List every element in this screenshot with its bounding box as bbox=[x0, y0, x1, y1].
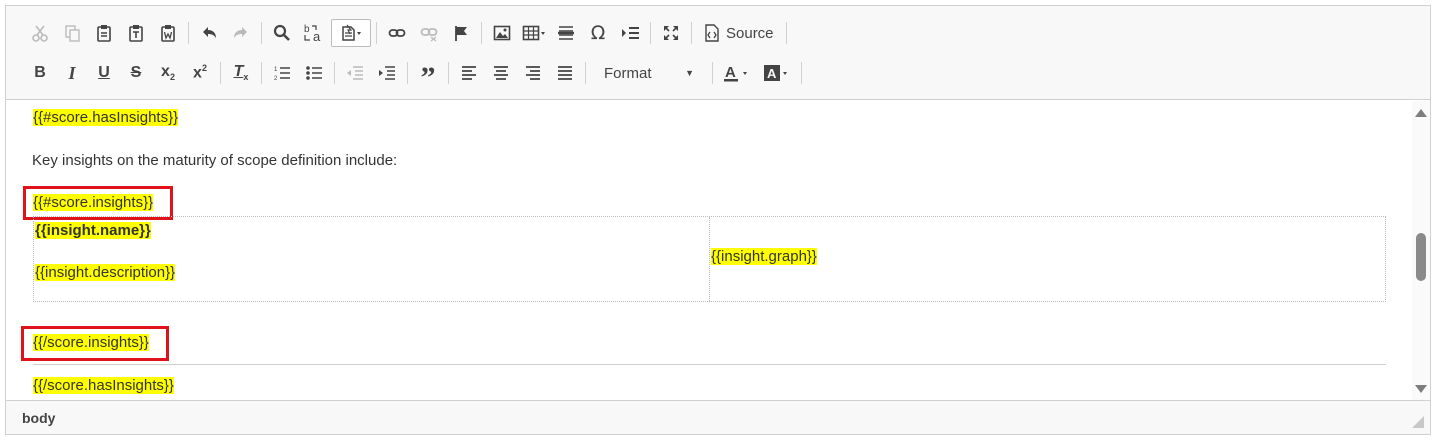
redo-icon[interactable] bbox=[226, 19, 256, 47]
source-icon bbox=[705, 24, 719, 42]
find-icon[interactable] bbox=[267, 19, 297, 47]
format-dropdown[interactable]: Format ▼ bbox=[594, 59, 704, 87]
toolbar-separator bbox=[585, 62, 586, 84]
templates-dropdown-icon[interactable] bbox=[331, 19, 371, 47]
element-path-body[interactable]: body bbox=[22, 410, 55, 426]
increase-indent-icon[interactable] bbox=[372, 59, 402, 87]
source-button[interactable]: Source bbox=[697, 19, 781, 47]
svg-text:A: A bbox=[767, 66, 777, 81]
toolbar-separator bbox=[650, 22, 651, 44]
replace-icon[interactable]: ba bbox=[299, 19, 329, 47]
has-insights-open-text: {{#score.hasInsights}} bbox=[33, 109, 179, 126]
numbered-list-icon[interactable]: 12 bbox=[267, 59, 297, 87]
undo-icon[interactable] bbox=[194, 19, 224, 47]
special-char-omega-icon[interactable]: Ω bbox=[583, 19, 613, 47]
insight-graph-text: {{insight.graph}} bbox=[711, 248, 817, 265]
svg-text:2: 2 bbox=[274, 76, 278, 82]
maximize-icon[interactable] bbox=[656, 19, 686, 47]
copy-icon[interactable] bbox=[57, 19, 87, 47]
horizontal-line-icon[interactable] bbox=[551, 19, 581, 47]
has-insights-open-tag: {{#score.hasInsights}} bbox=[33, 109, 179, 126]
source-label: Source bbox=[726, 24, 774, 42]
unlink-icon[interactable] bbox=[414, 19, 444, 47]
paste-word-icon[interactable] bbox=[153, 19, 183, 47]
remove-format-icon[interactable]: Tx bbox=[226, 59, 256, 87]
intro-paragraph: Key insights on the maturity of scope de… bbox=[32, 152, 398, 169]
link-icon[interactable] bbox=[382, 19, 412, 47]
text-color-icon[interactable]: A bbox=[718, 59, 756, 87]
editor-status-bar: body bbox=[6, 400, 1430, 434]
toolbar-separator bbox=[691, 22, 692, 44]
toolbar-separator bbox=[801, 62, 802, 84]
toolbar-separator bbox=[785, 22, 787, 44]
underline-icon[interactable]: U bbox=[89, 59, 119, 87]
toolbar-separator bbox=[188, 22, 189, 44]
subscript-icon[interactable]: x2 bbox=[153, 59, 183, 87]
insights-table-cell-right[interactable]: {{insight.graph}} bbox=[710, 217, 1385, 301]
page-break-icon[interactable] bbox=[615, 19, 645, 47]
toolbar-separator bbox=[481, 22, 482, 44]
cut-icon[interactable] bbox=[25, 19, 55, 47]
editor-toolbar: ba Ω Source B I U S x2 x2 Tx 1 2 ” Forma… bbox=[6, 6, 1430, 100]
toolbar-separator bbox=[712, 62, 713, 84]
align-left-icon[interactable] bbox=[454, 59, 484, 87]
insight-name-tag: {{insight.name}} bbox=[35, 222, 151, 239]
insights-close-text: {{/score.insights}} bbox=[33, 334, 149, 351]
scroll-up-arrow-icon[interactable] bbox=[1415, 109, 1427, 117]
toolbar-separator bbox=[261, 62, 262, 84]
has-insights-close-tag: {{/score.hasInsights}} bbox=[33, 377, 174, 394]
image-icon[interactable] bbox=[487, 19, 517, 47]
chevron-down-icon: ▼ bbox=[685, 68, 694, 78]
decrease-indent-icon[interactable] bbox=[340, 59, 370, 87]
toolbar-row-2: B I U S x2 x2 Tx 12 ” Format ▼ A A bbox=[24, 56, 806, 93]
insight-description-tag: {{insight.description}} bbox=[35, 264, 176, 281]
align-right-icon[interactable] bbox=[518, 59, 548, 87]
insights-open-text: {{#score.insights}} bbox=[33, 194, 154, 211]
has-insights-close-text: {{/score.hasInsights}} bbox=[33, 377, 174, 394]
svg-text:b: b bbox=[304, 24, 310, 35]
table-icon[interactable] bbox=[519, 19, 549, 47]
blockquote-icon[interactable]: ” bbox=[413, 59, 443, 93]
insight-name-text: {{insight.name}} bbox=[35, 222, 151, 239]
bulleted-list-icon[interactable] bbox=[299, 59, 329, 87]
anchor-flag-icon[interactable] bbox=[446, 19, 476, 47]
insight-graph-tag: {{insight.graph}} bbox=[711, 248, 817, 265]
paste-icon[interactable] bbox=[89, 19, 119, 47]
svg-text:A: A bbox=[725, 64, 736, 81]
insights-table-cell-left[interactable]: {{insight.name}} {{insight.description}} bbox=[34, 217, 710, 301]
format-label: Format bbox=[604, 64, 652, 82]
rich-text-editor: ba Ω Source B I U S x2 x2 Tx 1 2 ” Forma… bbox=[5, 5, 1431, 435]
strikethrough-icon[interactable]: S bbox=[121, 59, 151, 87]
toolbar-separator bbox=[376, 22, 377, 44]
scroll-down-arrow-icon[interactable] bbox=[1415, 385, 1427, 393]
resize-grip-icon[interactable] bbox=[1412, 416, 1424, 428]
background-color-icon[interactable]: A bbox=[758, 59, 796, 87]
scrollbar-thumb[interactable] bbox=[1416, 233, 1426, 281]
align-justify-icon[interactable] bbox=[550, 59, 580, 87]
editor-content-area[interactable]: {{#score.hasInsights}} Key insights on t… bbox=[6, 101, 1414, 401]
insight-description-text: {{insight.description}} bbox=[35, 264, 176, 281]
vertical-scrollbar[interactable] bbox=[1412, 101, 1430, 401]
toolbar-row-1: ba Ω Source bbox=[24, 16, 791, 50]
align-center-icon[interactable] bbox=[486, 59, 516, 87]
svg-text:a: a bbox=[313, 29, 321, 43]
bold-icon[interactable]: B bbox=[25, 59, 55, 87]
superscript-icon[interactable]: x2 bbox=[185, 59, 215, 87]
paste-text-icon[interactable] bbox=[121, 19, 151, 47]
insights-close-tag: {{/score.insights}} bbox=[33, 334, 149, 351]
toolbar-separator bbox=[334, 62, 335, 84]
toolbar-separator bbox=[261, 22, 262, 44]
insights-table: {{insight.name}} {{insight.description}}… bbox=[33, 216, 1386, 302]
insights-open-tag: {{#score.insights}} bbox=[33, 194, 154, 211]
italic-icon[interactable]: I bbox=[57, 59, 87, 87]
svg-text:1: 1 bbox=[274, 67, 278, 73]
horizontal-divider bbox=[33, 364, 1386, 365]
toolbar-separator bbox=[220, 62, 221, 84]
toolbar-separator bbox=[448, 62, 449, 84]
toolbar-separator bbox=[407, 62, 408, 84]
